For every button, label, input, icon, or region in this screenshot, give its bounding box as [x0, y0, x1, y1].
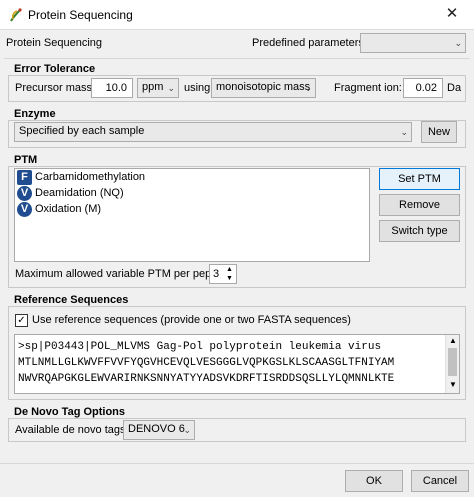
predefined-parameters-label: Predefined parameters — [252, 37, 364, 49]
chevron-down-icon: ⌄ — [167, 83, 175, 93]
set-ptm-button[interactable]: Set PTM — [379, 168, 460, 190]
ptm-title: PTM — [14, 154, 38, 166]
footer-divider — [0, 463, 474, 464]
scroll-down-icon[interactable]: ▼ — [449, 380, 457, 389]
ptm-item-carbamidomethylation[interactable]: F Carbamidomethylation — [17, 170, 145, 186]
predefined-parameters-select[interactable]: ⌄ — [360, 33, 466, 53]
fragment-ion-label: Fragment ion: — [334, 82, 402, 94]
chevron-down-icon: ⌄ — [400, 127, 408, 137]
de-novo-tags-value: DENOVO 6 — [128, 423, 185, 435]
chevron-down-icon: ⌄ — [454, 38, 462, 48]
max-variable-ptm-value: 3 — [213, 268, 220, 280]
protein-sequencing-label: Protein Sequencing — [6, 37, 103, 49]
de-novo-title: De Novo Tag Options — [14, 406, 126, 418]
spinner-down-icon[interactable]: ▼ — [226, 274, 233, 283]
precursor-unit-select[interactable]: ppm ⌄ — [137, 78, 179, 98]
textarea-scrollbar[interactable]: ▲ ▼ — [445, 335, 459, 393]
precursor-mass-input[interactable]: 10.0 — [91, 78, 133, 98]
variable-ptm-icon: V — [17, 202, 32, 217]
variable-ptm-icon: V — [17, 186, 32, 201]
error-tolerance-title: Error Tolerance — [14, 63, 96, 75]
fasta-sequence-line: NWVRQAPGKGLEWVARIRNKSNNYATYYADSVKDRFTISR… — [18, 373, 395, 385]
app-logo-icon — [10, 8, 22, 22]
ptm-item-label: Oxidation (M) — [35, 203, 102, 215]
mass-type-select[interactable]: monoisotopic mass ⌄ — [211, 78, 316, 98]
window-title: Protein Sequencing — [28, 8, 133, 22]
reference-sequence-textarea[interactable]: >sp|P03443|POL_MLVMS Gag-Pol polyprotein… — [14, 334, 460, 394]
available-tags-label: Available de novo tags: — [15, 424, 129, 436]
ptm-item-oxidation[interactable]: V Oxidation (M) — [17, 202, 101, 218]
fasta-sequence-line: MTLNMLLGLKWVFFVVFYQGVHCEVQLVESGGGLVQPKGS… — [18, 357, 395, 369]
ok-button[interactable]: OK — [345, 470, 403, 492]
cancel-button[interactable]: Cancel — [411, 470, 469, 492]
using-label: using — [184, 82, 211, 94]
ptm-item-deamidation[interactable]: V Deamidation (NQ) — [17, 186, 124, 202]
enzyme-value: Specified by each sample — [19, 125, 145, 137]
use-reference-checkbox[interactable]: ✓ — [15, 314, 28, 327]
fasta-header-line: >sp|P03443|POL_MLVMS Gag-Pol polyprotein… — [18, 341, 382, 353]
title-bar: Protein Sequencing ✕ — [0, 0, 474, 30]
reference-sequences-title: Reference Sequences — [14, 294, 129, 306]
chevron-down-icon: ⌄ — [183, 425, 191, 435]
mass-type-value: monoisotopic mass — [216, 81, 311, 93]
precursor-mass-label: Precursor mass: — [15, 82, 96, 94]
header-divider — [4, 58, 470, 59]
ptm-item-label: Carbamidomethylation — [35, 171, 146, 183]
switch-type-button[interactable]: Switch type — [379, 220, 460, 242]
scrollbar-thumb[interactable] — [448, 348, 457, 376]
fragment-ion-input[interactable]: 0.02 — [403, 78, 443, 98]
ptm-item-label: Deamidation (NQ) — [35, 187, 124, 199]
ptm-list[interactable]: F Carbamidomethylation V Deamidation (NQ… — [14, 168, 370, 262]
spinner-up-icon[interactable]: ▲ — [226, 265, 233, 274]
use-reference-label: Use reference sequences (provide one or … — [32, 314, 351, 326]
fixed-ptm-icon: F — [17, 170, 32, 185]
enzyme-title: Enzyme — [14, 108, 56, 120]
chevron-down-icon: ⌄ — [304, 83, 312, 93]
remove-ptm-button[interactable]: Remove — [379, 194, 460, 216]
fragment-unit-label: Da — [447, 82, 462, 94]
close-icon[interactable]: ✕ — [430, 0, 474, 30]
scroll-up-icon[interactable]: ▲ — [449, 336, 457, 345]
max-variable-ptm-spinner[interactable]: 3 ▲ ▼ — [209, 264, 237, 284]
new-enzyme-button[interactable]: New — [421, 121, 457, 143]
de-novo-tags-select[interactable]: DENOVO 6 ⌄ — [123, 420, 195, 440]
max-variable-ptm-label: Maximum allowed variable PTM per peptide — [15, 268, 229, 280]
enzyme-select[interactable]: Specified by each sample ⌄ — [14, 122, 412, 142]
precursor-unit-value: ppm — [142, 81, 164, 93]
